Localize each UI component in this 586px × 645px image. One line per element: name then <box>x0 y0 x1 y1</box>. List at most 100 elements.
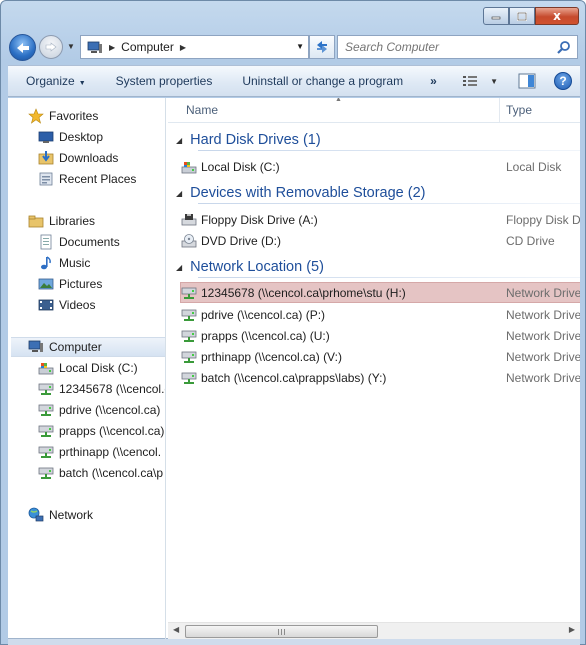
desktop-icon <box>38 129 54 145</box>
network-drive-icon <box>181 307 197 323</box>
address-bar[interactable]: ▶ Computer ▶ ▼ <box>80 35 309 59</box>
group-header-removable-storage[interactable]: ◢ Devices with Removable Storage (2) <box>176 182 580 204</box>
star-icon <box>28 108 44 124</box>
network-drive-icon <box>38 465 54 481</box>
close-button[interactable]: x <box>535 7 579 25</box>
sidebar-item-label: Desktop <box>59 130 104 144</box>
refresh-icon <box>317 41 327 53</box>
sidebar-favorites[interactable]: Favorites <box>28 106 98 126</box>
local-disk-icon <box>38 360 54 376</box>
item-name: batch (\\cencol.ca\prapps\labs) (Y:) <box>201 370 387 385</box>
collapse-group-icon[interactable]: ◢ <box>176 189 182 198</box>
maximize-button[interactable] <box>509 7 535 25</box>
network-drive-icon <box>181 349 197 365</box>
item-type: Network Drive <box>506 370 580 385</box>
music-icon <box>38 255 54 271</box>
forward-button[interactable] <box>39 35 63 59</box>
minimize-button[interactable] <box>483 7 509 25</box>
list-item-network-drive-v[interactable]: prthinapp (\\cencol.ca) (V:) Network Dri… <box>181 346 580 367</box>
sidebar-item-network-drive-y[interactable]: batch (\\cencol.ca\p <box>38 463 163 483</box>
collapse-group-icon[interactable]: ◢ <box>176 136 182 145</box>
file-list-pane[interactable]: ▲ Name Type ◢ Hard Disk Drives (1) Local… <box>168 98 580 622</box>
help-button[interactable]: ? <box>554 72 572 90</box>
navigation-pane[interactable]: Favorites Desktop Downloads Recent Place… <box>8 98 166 639</box>
sidebar-item-local-disk[interactable]: Local Disk (C:) <box>38 358 138 378</box>
back-button[interactable] <box>9 34 36 61</box>
item-name: Floppy Disk Drive (A:) <box>201 212 318 227</box>
breadcrumb-chevron-icon[interactable]: ▶ <box>180 43 186 52</box>
search-box[interactable] <box>337 35 578 59</box>
column-divider[interactable] <box>499 98 500 122</box>
library-icon <box>28 213 44 229</box>
sidebar-item-network-drive-p[interactable]: pdrive (\\cencol.ca) <box>38 400 160 420</box>
refresh-button[interactable] <box>309 35 335 59</box>
sidebar-item-network-drive-h[interactable]: 12345678 (\\cencol.c <box>38 379 165 399</box>
list-item-local-disk-c[interactable]: Local Disk (C:) Local Disk <box>181 156 580 177</box>
search-input[interactable] <box>338 36 548 58</box>
search-icon[interactable] <box>557 40 571 54</box>
network-drive-icon <box>181 285 197 301</box>
item-name: 12345678 (\\cencol.ca\prhome\stu (H:) <box>201 285 406 300</box>
item-name: Local Disk (C:) <box>201 159 280 174</box>
sidebar-item-label: Local Disk (C:) <box>59 361 138 375</box>
list-item-network-drive-y[interactable]: batch (\\cencol.ca\prapps\labs) (Y:) Net… <box>181 367 580 388</box>
downloads-icon <box>38 150 54 166</box>
group-divider <box>198 203 580 204</box>
system-properties-button[interactable]: System properties <box>101 74 228 88</box>
scroll-left-icon[interactable]: ◀ <box>173 625 179 634</box>
group-title: Hard Disk Drives (1) <box>190 132 321 148</box>
address-dropdown-icon[interactable]: ▼ <box>296 42 304 51</box>
group-divider <box>198 277 580 278</box>
list-item-floppy-drive-a[interactable]: Floppy Disk Drive (A:) Floppy Disk D <box>181 209 580 230</box>
collapse-group-icon[interactable]: ◢ <box>176 263 182 272</box>
sidebar-item-network-drive-u[interactable]: prapps (\\cencol.ca) <box>38 421 164 441</box>
sidebar-item-label: Music <box>59 256 91 270</box>
horizontal-scrollbar[interactable]: ◀ ▶ <box>168 622 580 639</box>
list-item-network-drive-h[interactable]: 12345678 (\\cencol.ca\prhome\stu (H:) Ne… <box>180 282 580 303</box>
group-header-hard-disk-drives[interactable]: ◢ Hard Disk Drives (1) <box>176 129 580 151</box>
details-pane-edge <box>8 639 580 645</box>
sidebar-item-music[interactable]: Music <box>38 253 90 273</box>
group-header-network-location[interactable]: ◢ Network Location (5) <box>176 256 580 278</box>
sidebar-item-videos[interactable]: Videos <box>38 295 95 315</box>
toolbar-right-group: ▼ ? <box>462 72 572 90</box>
list-item-dvd-drive-d[interactable]: DVD Drive (D:) CD Drive <box>181 230 580 251</box>
column-name-header[interactable]: Name <box>186 103 218 117</box>
floppy-drive-icon <box>181 212 197 228</box>
sidebar-item-desktop[interactable]: Desktop <box>38 127 103 147</box>
local-disk-icon <box>181 159 197 175</box>
content-area: Favorites Desktop Downloads Recent Place… <box>8 98 580 639</box>
sidebar-item-label: Recent Places <box>59 172 137 186</box>
more-commands-button[interactable]: » <box>418 74 449 88</box>
preview-pane-icon[interactable] <box>518 73 536 89</box>
sidebar-item-label: Downloads <box>59 151 119 165</box>
close-icon: x <box>553 9 561 23</box>
view-dropdown-icon[interactable]: ▼ <box>490 77 498 86</box>
sidebar-libraries[interactable]: Libraries <box>28 211 95 231</box>
group-divider <box>198 150 580 151</box>
sidebar-item-label: Documents <box>59 235 120 249</box>
sidebar-network[interactable]: Network <box>28 505 93 525</box>
organize-button[interactable]: Organize ▼ <box>8 74 101 88</box>
list-item-network-drive-u[interactable]: prapps (\\cencol.ca) (U:) Network Drive <box>181 325 580 346</box>
item-type: Local Disk <box>506 159 562 174</box>
change-view-button[interactable]: ▼ <box>462 74 498 88</box>
sidebar-item-pictures[interactable]: Pictures <box>38 274 102 294</box>
sidebar-computer[interactable]: Computer <box>11 337 165 357</box>
breadcrumb-separator-icon[interactable]: ▶ <box>109 43 115 52</box>
scrollbar-thumb[interactable] <box>185 625 378 638</box>
recent-pages-dropdown-icon[interactable]: ▼ <box>67 42 75 51</box>
uninstall-program-button[interactable]: Uninstall or change a program <box>227 74 418 88</box>
sidebar-item-network-drive-v[interactable]: prthinapp (\\cencol. <box>38 442 161 462</box>
sidebar-item-label: pdrive (\\cencol.ca) <box>59 403 161 417</box>
sidebar-item-downloads[interactable]: Downloads <box>38 148 118 168</box>
breadcrumb-computer[interactable]: Computer <box>121 40 174 54</box>
view-details-icon <box>463 76 478 86</box>
list-item-network-drive-p[interactable]: pdrive (\\cencol.ca) (P:) Network Drive <box>181 304 580 325</box>
sidebar-item-documents[interactable]: Documents <box>38 232 120 252</box>
sidebar-item-recent-places[interactable]: Recent Places <box>38 169 136 189</box>
column-type-header[interactable]: Type <box>506 103 532 117</box>
scroll-right-icon[interactable]: ▶ <box>569 625 575 634</box>
organize-label: Organize <box>26 74 75 88</box>
item-type: CD Drive <box>506 233 555 248</box>
